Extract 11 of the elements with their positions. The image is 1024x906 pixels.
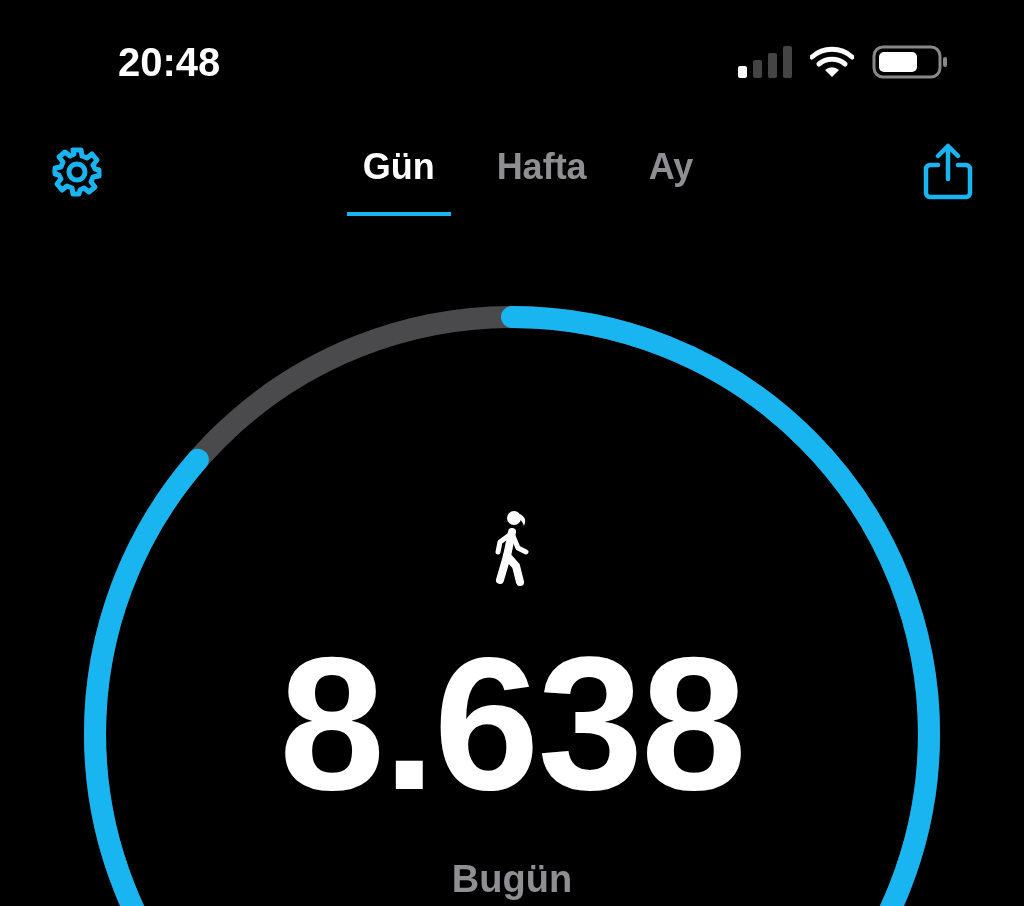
period-tab[interactable]: Hafta [480,128,603,216]
period-tab[interactable]: Gün [346,128,451,216]
step-count: 8.638 [279,628,745,818]
day-label: Bugün [451,858,573,901]
battery-icon [872,45,948,79]
status-time: 20:48 [118,39,221,85]
signal-icon [738,46,792,78]
wifi-icon [810,46,854,78]
settings-icon[interactable] [50,145,104,199]
period-tab[interactable]: Ay [632,128,710,216]
share-icon[interactable] [922,143,974,201]
